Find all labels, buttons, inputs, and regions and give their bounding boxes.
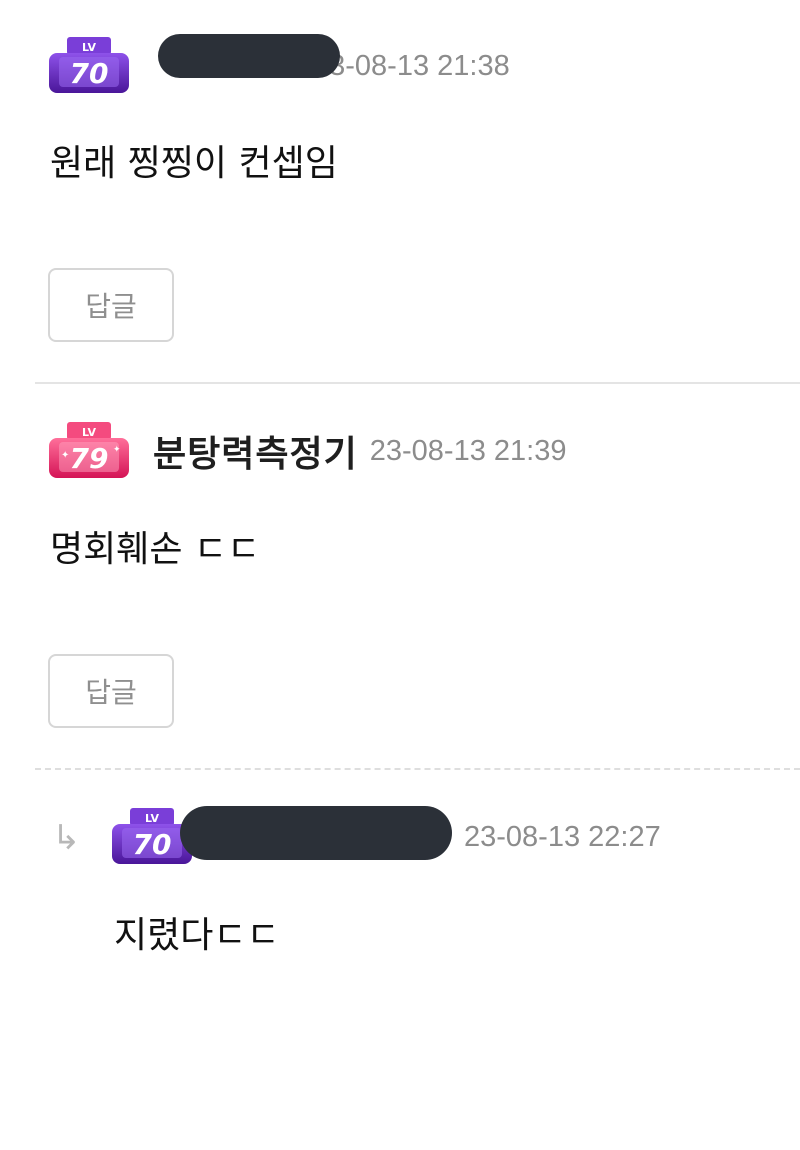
level-badge-pink-icon: LV 79 ✦ ✦ <box>47 422 131 480</box>
reply-timestamp: 23-08-13 22:27 <box>464 820 661 853</box>
comment-timestamp: 23-08-13 21:39 <box>369 434 567 467</box>
level-badge-purple-icon: LV 70 <box>47 37 131 95</box>
level-number: 70 <box>70 57 109 90</box>
comment-list: LV 70 23-08-13 21:38 원래 찡찡이 컨셉임 답글 LV 79… <box>0 0 800 1150</box>
comment-text: 원래 찡찡이 컨셉임 <box>50 143 338 184</box>
svg-text:LV: LV <box>145 812 159 825</box>
reply-divider <box>35 768 800 770</box>
comment-timestamp: 23-08-13 21:38 <box>313 49 510 82</box>
reply-text: 지렸다ㄷㄷ <box>114 915 280 956</box>
comment-divider <box>35 382 800 384</box>
reply-button[interactable]: 답글 <box>48 268 174 342</box>
redaction-mark <box>158 34 340 78</box>
redaction-mark <box>180 806 452 860</box>
reply-button[interactable]: 답글 <box>48 654 174 728</box>
level-number: 70 <box>133 828 172 861</box>
nickname[interactable]: 분탕력측정기 <box>153 425 358 477</box>
svg-text:✦: ✦ <box>113 445 121 455</box>
comment-text: 명회훼손 ㄷㄷ <box>50 529 261 570</box>
svg-text:✦: ✦ <box>61 450 69 461</box>
svg-text:LV: LV <box>82 41 96 54</box>
level-number: 79 <box>70 442 109 475</box>
reply-arrow-icon: ↳ <box>52 818 81 858</box>
svg-text:LV: LV <box>82 426 96 439</box>
